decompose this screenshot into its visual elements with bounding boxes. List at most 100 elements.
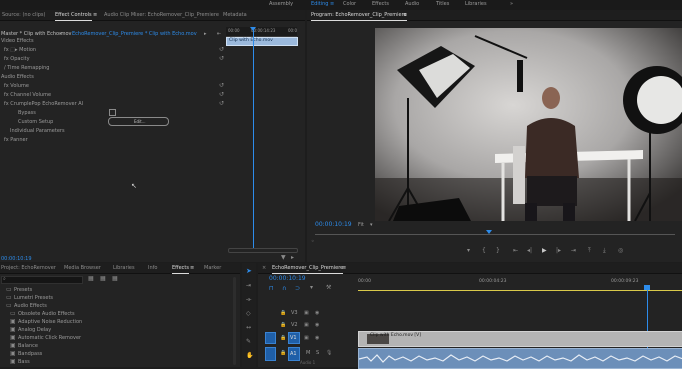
reset-icon[interactable]: ↺ (219, 101, 224, 107)
work-area-bar[interactable] (358, 290, 682, 291)
reset-icon[interactable]: ↺ (219, 47, 224, 53)
selection-tool-icon[interactable]: ➤ (246, 268, 252, 275)
video-clip[interactable]: Clip with Echo.mov [V] (358, 331, 682, 347)
lock-icon[interactable]: 🔒 (280, 310, 286, 316)
audio-clip[interactable] (358, 348, 682, 369)
effects-search-input[interactable] (1, 276, 83, 284)
nest-icon[interactable]: ⊓ (269, 285, 274, 292)
tab-markers[interactable]: Marker (204, 265, 221, 271)
sync-lock-icon[interactable]: ▣ (304, 322, 309, 328)
close-icon[interactable]: × (262, 265, 266, 271)
list-item-bass[interactable]: Bass (18, 359, 30, 365)
snap-icon[interactable]: ∩ (282, 285, 286, 292)
track-select-icon[interactable]: ⇥ (246, 283, 251, 289)
32bit-effects-icon[interactable]: ▦ (100, 276, 106, 282)
program-scrub-bar[interactable] (315, 230, 675, 236)
settings-wrench-icon[interactable]: ◦ (311, 238, 315, 245)
param-individual-parameters[interactable]: Individual Parameters (10, 128, 65, 134)
effect-controls-timecode[interactable]: 00:00:10:19 (1, 256, 32, 262)
project-scrollbar[interactable] (233, 277, 236, 365)
workspace-editing[interactable]: Editing (311, 1, 328, 7)
add-marker-icon[interactable]: ▾ (310, 285, 313, 291)
lock-icon[interactable]: 🔒 (280, 335, 286, 341)
play-icon[interactable]: ▶ (542, 248, 547, 254)
scrub-playhead[interactable] (486, 230, 492, 234)
effect-time-remapping[interactable]: / Time Remapping (4, 65, 49, 71)
reset-icon[interactable]: ↺ (219, 56, 224, 62)
go-to-out-icon[interactable]: ⇥ (571, 248, 576, 254)
effects-menu-icon[interactable]: ≡ (190, 265, 194, 271)
lock-icon[interactable]: 🔒 (280, 350, 286, 356)
play-audio-icon[interactable]: ▸ (291, 255, 294, 261)
extract-icon[interactable]: ⤓ (603, 248, 606, 254)
source-patch-v1[interactable] (265, 332, 276, 344)
zoom-select[interactable]: Fit (358, 222, 364, 228)
effect-channel-volume[interactable]: fx Channel Volume (4, 92, 51, 98)
custom-setup-edit-button[interactable]: Edit... (108, 117, 169, 126)
program-timecode[interactable]: 00:00:10:19 (315, 222, 352, 228)
effect-clip-bar[interactable]: Clip with Echo.mov (226, 37, 298, 46)
go-to-in-icon[interactable]: ⇤ (513, 248, 518, 254)
sync-lock-icon[interactable]: ▣ (304, 335, 309, 341)
linked-selection-icon[interactable]: ⊃ (295, 285, 300, 292)
effect-motion[interactable]: fx ⬚▸ Motion (4, 47, 36, 53)
in-point-icon[interactable]: { (482, 248, 486, 254)
hand-tool-icon[interactable]: ✋ (246, 353, 253, 359)
effect-echoremover[interactable]: fx CrumplePop EchoRemover AI (4, 101, 83, 107)
tab-project[interactable]: Project: EchoRemover (1, 265, 56, 271)
workspace-assembly[interactable]: Assembly (269, 1, 293, 7)
tab-source[interactable]: Source: (no clips) (2, 12, 45, 18)
chevron-down-icon[interactable]: ▾ (59, 31, 62, 37)
effect-controls-menu-icon[interactable]: ≡ (93, 12, 97, 18)
list-item-analog-delay[interactable]: Analog Delay (18, 327, 51, 333)
breadcrumb-sequence[interactable]: EchoRemover_Clip_Premiere * Clip with Ec… (72, 31, 197, 37)
solo-button[interactable]: S (316, 350, 319, 356)
eye-icon[interactable]: ◉ (315, 322, 319, 328)
workspace-editing-menu-icon[interactable]: ≡ (330, 1, 334, 7)
razor-tool-icon[interactable]: ◇ (246, 311, 251, 317)
slip-tool-icon[interactable]: ↔ (246, 325, 251, 331)
effect-volume[interactable]: fx Volume (4, 83, 29, 89)
pen-tool-icon[interactable]: ✎ (246, 339, 251, 345)
effect-panner[interactable]: fx Panner (4, 137, 28, 143)
eye-icon[interactable]: ◉ (315, 310, 319, 316)
workspace-effects[interactable]: Effects (372, 1, 389, 7)
tab-effects[interactable]: Effects (172, 265, 189, 274)
lift-icon[interactable]: ⤒ (588, 248, 591, 254)
accelerated-effects-icon[interactable]: ▦ (88, 276, 94, 282)
yuv-effects-icon[interactable]: ▦ (112, 276, 118, 282)
list-item-adaptive-noise-reduction[interactable]: Adaptive Noise Reduction (18, 319, 82, 325)
effect-zoom-scrollbar[interactable] (228, 248, 298, 253)
marker-icon[interactable]: ▾ (467, 248, 470, 254)
reset-icon[interactable]: ↺ (219, 83, 224, 89)
out-point-icon[interactable]: } (496, 248, 500, 254)
workspace-audio[interactable]: Audio (405, 1, 419, 7)
program-menu-icon[interactable]: ≡ (403, 12, 407, 18)
timeline-playhead-handle[interactable] (644, 285, 650, 290)
filter-icon[interactable]: ▼ (281, 255, 286, 261)
workspace-overflow-icon[interactable]: » (510, 1, 513, 7)
lock-icon[interactable]: 🔒 (280, 322, 286, 328)
playhead-handle[interactable] (250, 27, 256, 31)
list-item-balance[interactable]: Balance (18, 343, 38, 349)
list-item-bandpass[interactable]: Bandpass (18, 351, 42, 357)
mute-button[interactable]: M (306, 350, 310, 356)
list-item-lumetri-presets[interactable]: Lumetri Presets (14, 295, 53, 301)
source-patch-a1[interactable] (265, 347, 276, 361)
tab-metadata[interactable]: Metadata (223, 12, 247, 18)
workspace-libraries[interactable]: Libraries (465, 1, 487, 7)
tab-media-browser[interactable]: Media Browser (64, 265, 101, 271)
timeline-menu-icon[interactable]: ≡ (342, 265, 346, 271)
track-target-v1[interactable]: V1 (288, 332, 300, 344)
list-item-automatic-click-remover[interactable]: Automatic Click Remover (18, 335, 81, 341)
effect-opacity[interactable]: fx Opacity (4, 56, 30, 62)
tab-effect-controls[interactable]: Effect Controls (55, 12, 92, 21)
step-forward-icon[interactable]: |▸ (556, 248, 561, 254)
step-back-icon[interactable]: ◂| (527, 248, 532, 254)
bypass-checkbox[interactable] (109, 109, 116, 116)
list-item-obsolete-audio-effects[interactable]: Obsolete Audio Effects (18, 311, 75, 317)
workspace-titles[interactable]: Titles (436, 1, 449, 7)
effect-playhead[interactable] (253, 27, 254, 249)
play-only-audio-icon[interactable]: ▸ (204, 31, 207, 37)
program-monitor-title[interactable]: Program: EchoRemover_Clip_Premiere (311, 12, 407, 21)
